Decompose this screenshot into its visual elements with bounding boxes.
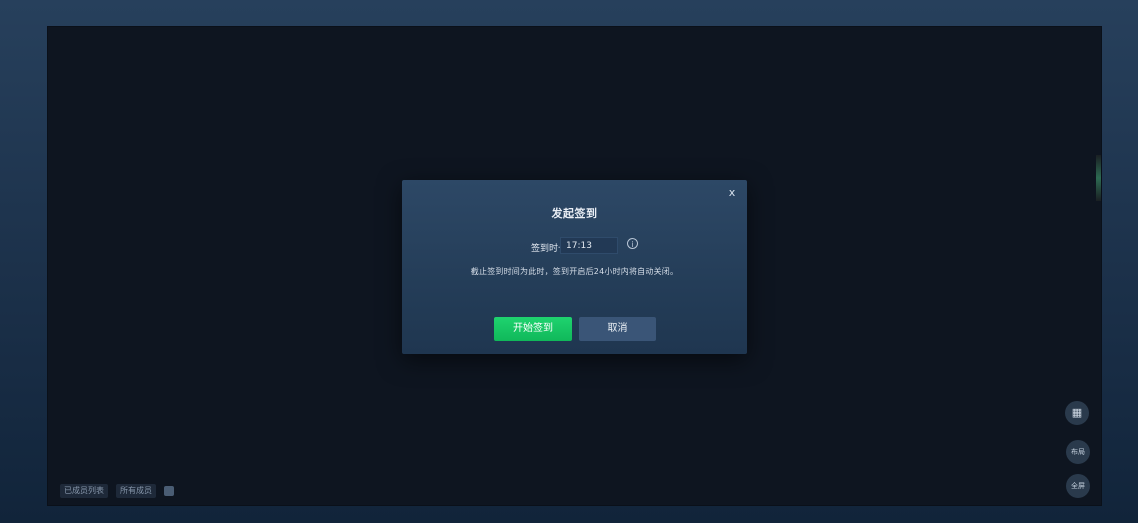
- layout-button[interactable]: 布局: [1066, 440, 1090, 464]
- info-circle-icon[interactable]: i: [627, 238, 638, 249]
- checkin-hint-text: 截止签到时间为此时，签到开启后24小时内将自动关闭。: [470, 267, 679, 276]
- dialog-title: 发起签到: [551, 207, 598, 220]
- start-checkin-dialog: x 发起签到 签到时长 17:13 i 截止签到时间为此时，签到开启后24小时内…: [402, 180, 747, 354]
- close-icon[interactable]: x: [725, 186, 739, 200]
- grid-layout-button[interactable]: ▦: [1065, 401, 1089, 425]
- start-checkin-button[interactable]: 开始签到: [494, 317, 572, 341]
- grid-icon: ▦: [1071, 406, 1083, 419]
- duration-input[interactable]: 17:13: [560, 237, 618, 254]
- fullscreen-button[interactable]: 全屏: [1066, 474, 1090, 498]
- settings-square-icon[interactable]: [164, 486, 174, 496]
- all-members-chip[interactable]: 所有成员: [116, 484, 156, 498]
- member-list-chip[interactable]: 已成员列表: [60, 484, 108, 498]
- bottom-toolbar: 已成员列表 所有成员: [60, 484, 174, 498]
- side-edge-indicator: [1096, 155, 1101, 201]
- cancel-button[interactable]: 取消: [579, 317, 656, 341]
